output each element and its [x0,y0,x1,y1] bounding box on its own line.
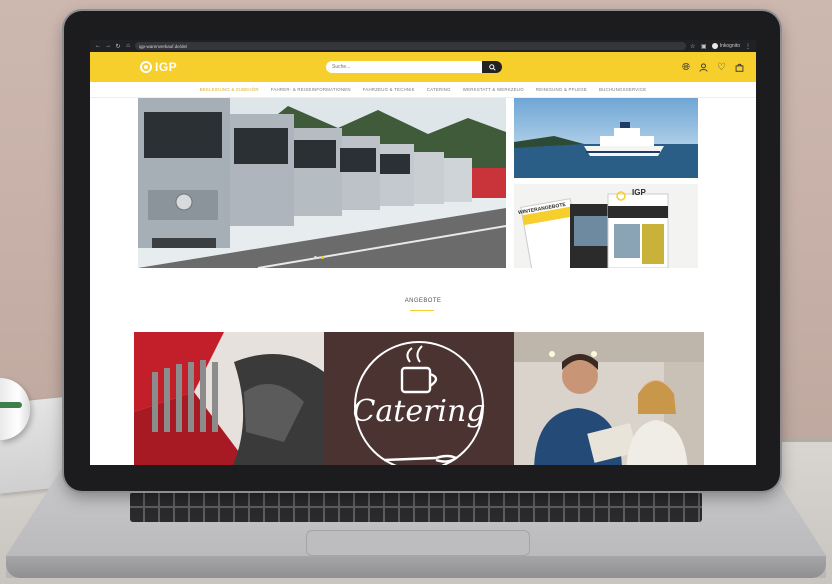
offer-tile-tools[interactable] [134,332,324,465]
offer-tile-business[interactable] [514,332,704,465]
browser-menu-icon[interactable]: ⋮ [745,43,751,50]
tools-image [134,332,324,465]
user-icon[interactable] [699,62,708,72]
back-icon[interactable]: ← [95,43,101,49]
bookmark-star-icon[interactable]: ☆ [690,43,696,50]
reload-icon[interactable]: ↻ [115,43,121,50]
site-header: IGP 🌐︎ ♡ [90,52,756,82]
laptop-screen: ← → ↻ ⌂ igp-warenverkauf.de/de/ ☆ ▣ Inko… [90,40,756,465]
section-title-angebote: ANGEBOTE [404,298,442,304]
truck-fleet-image [138,98,506,268]
tab-search-icon[interactable]: ▣ [701,43,707,50]
nav-item-bekleidung[interactable]: Bekleidung & Zubehör [200,87,259,92]
logo-text: IGP [155,60,178,74]
laptop-keyboard [130,492,702,522]
nav-item-werkstatt-werkzeug[interactable]: Werkstatt & Werkzeug [463,87,524,92]
hero-section: IGP WINTERANGEBOTE [138,98,708,268]
address-bar-text: igp-warenverkauf.de/de/ [139,43,188,49]
nav-item-fahrzeug-technik[interactable]: Fahrzeug & Technik [363,87,415,92]
search-input[interactable] [326,61,482,73]
section-title-underline [410,310,434,311]
catalog-logo-text: IGP [632,188,646,197]
site-search [326,61,502,73]
search-button[interactable] [482,61,502,73]
catalog-brochures-image [514,184,698,268]
home-icon[interactable]: ⌂ [125,43,131,49]
search-icon [488,63,496,71]
profile-avatar-icon [711,43,718,49]
site-logo[interactable]: IGP [140,60,326,74]
forward-icon[interactable]: → [105,43,111,49]
slider-dot[interactable] [314,256,317,259]
hero-slider-trucks[interactable] [138,98,506,268]
hero-ferry-banner[interactable] [514,98,698,178]
hero-catalog-banner[interactable]: IGP WINTERANGEBOTE [514,184,698,268]
nav-item-fahrer-reiseinformationen[interactable]: Fahrer- & Reiseinformationen [271,87,351,92]
catering-label: Catering [352,394,486,429]
business-people-image [514,332,704,465]
offer-tile-catering[interactable]: Catering [324,332,514,465]
bag-icon[interactable] [735,63,744,72]
profile-name: Inkognito [719,43,740,49]
ferry-image [514,98,698,178]
nav-item-reinigung-pflege[interactable]: Reinigung & Pflege [536,87,587,92]
laptop-trackpad [306,530,530,556]
profile-button[interactable]: Inkognito [711,43,740,49]
nav-item-catering[interactable]: Catering [427,87,451,92]
laptop-base-front [6,556,826,578]
heart-icon[interactable]: ♡ [717,62,726,73]
logo-mark-icon [140,61,152,73]
slider-dots [314,256,324,259]
slider-dot-active[interactable] [321,256,324,259]
nav-item-buchungsservice[interactable]: Buchungsservice [599,87,646,92]
globe-icon[interactable]: 🌐︎ [682,62,690,73]
address-bar[interactable]: igp-warenverkauf.de/de/ [135,42,686,50]
browser-toolbar: ← → ↻ ⌂ igp-warenverkauf.de/de/ ☆ ▣ Inko… [90,40,756,52]
offers-grid: Catering [134,332,706,465]
category-nav: Bekleidung & Zubehör Fahrer- & Reiseinfo… [90,82,756,98]
